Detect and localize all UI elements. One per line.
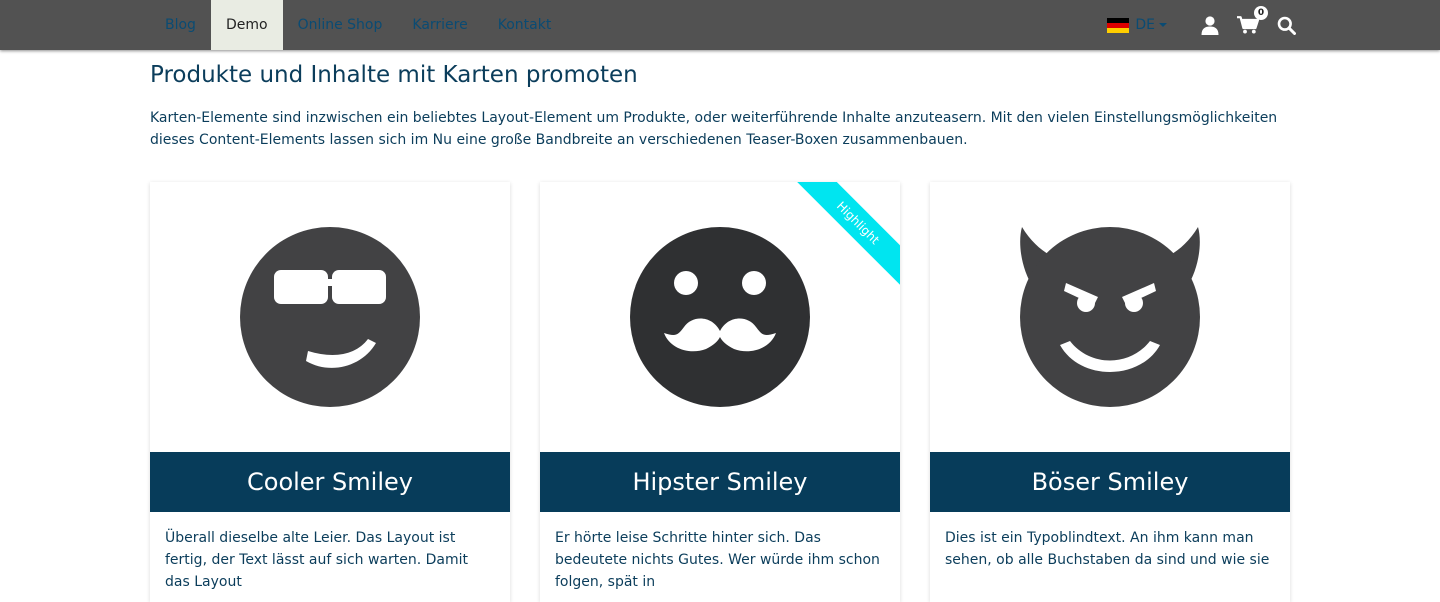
cart-count-badge: 0 — [1254, 6, 1268, 20]
user-icon — [1201, 15, 1219, 35]
card-image — [150, 182, 510, 452]
language-switcher[interactable]: DE — [1107, 17, 1167, 33]
highlight-ribbon: Highlight — [790, 182, 900, 292]
card-hipster-smiley[interactable]: Highlight Hipster Smiley Er hörte leise … — [540, 182, 900, 602]
nav-item-online-shop[interactable]: Online Shop — [283, 0, 398, 50]
card-image — [930, 182, 1290, 452]
card-title: Böser Smiley — [930, 452, 1290, 512]
card-boeser-smiley[interactable]: Böser Smiley Dies ist ein Typoblindtext.… — [930, 182, 1290, 602]
card-cooler-smiley[interactable]: Cooler Smiley Überall dieselbe alte Leie… — [150, 182, 510, 602]
card-text: Er hörte leise Schritte hinter sich. Das… — [555, 530, 880, 590]
cart-button[interactable]: 0 — [1237, 6, 1268, 34]
germany-flag-icon — [1107, 17, 1130, 33]
card-text: Überall dieselbe alte Leier. Das Layout … — [165, 530, 469, 590]
main-nav: Blog Demo Online Shop Karriere Kontakt — [150, 0, 566, 50]
header-tools: DE 0 — [1107, 0, 1296, 50]
search-button[interactable] — [1277, 16, 1296, 35]
shopping-cart-icon — [1237, 16, 1259, 34]
page-title: Produkte und Inhalte mit Karten promoten — [150, 62, 638, 88]
chevron-down-icon — [1159, 23, 1167, 27]
nav-item-blog[interactable]: Blog — [150, 0, 211, 50]
card-text: Dies ist ein Typoblindtext. An ihm kann … — [945, 530, 1270, 568]
cool-smiley-icon — [240, 227, 420, 407]
account-button[interactable] — [1201, 15, 1219, 35]
nav-item-karriere[interactable]: Karriere — [397, 0, 482, 50]
nav-item-demo[interactable]: Demo — [210, 0, 283, 50]
ribbon-label: Highlight — [791, 182, 900, 290]
top-navigation-bar: Blog Demo Online Shop Karriere Kontakt D… — [0, 0, 1440, 50]
card-title: Hipster Smiley — [540, 452, 900, 512]
devil-smiley-icon — [1020, 227, 1200, 407]
mustache-smiley-icon — [630, 227, 810, 407]
search-icon — [1277, 16, 1296, 35]
language-label: DE — [1135, 17, 1155, 33]
nav-item-kontakt[interactable]: Kontakt — [483, 0, 567, 50]
card-title: Cooler Smiley — [150, 452, 510, 512]
intro-text: Karten-Elemente sind inzwischen ein beli… — [150, 110, 1278, 148]
